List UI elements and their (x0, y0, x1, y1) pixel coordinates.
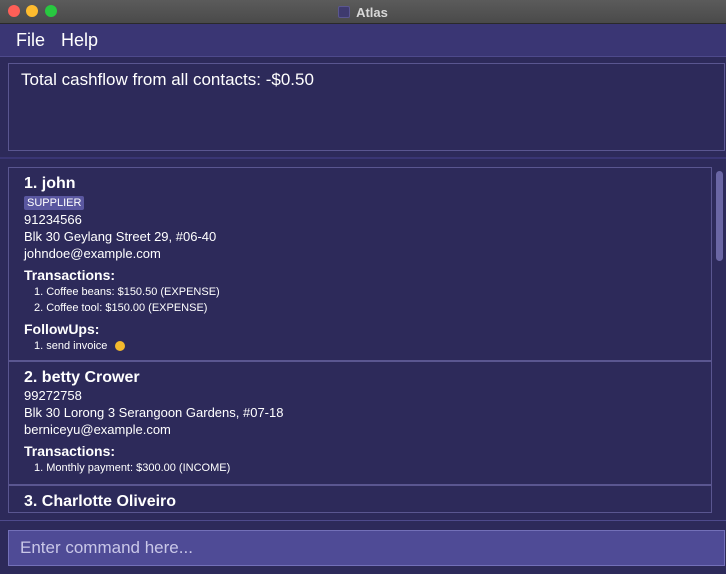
contact-card[interactable]: 2. betty Crower 99272758 Blk 30 Lorong 3… (9, 362, 711, 486)
contact-email: johndoe@example.com (24, 246, 161, 261)
contact-card[interactable]: 3. Charlotte Oliveiro (9, 486, 711, 512)
result-text: Total cashflow from all contacts: -$0.50 (21, 70, 314, 89)
contact-name: 2. betty Crower (24, 369, 140, 386)
transaction-item: 1. Coffee beans: $150.50 (EXPENSE) (34, 286, 220, 298)
contact-tag: SUPPLIER (24, 196, 85, 210)
menu-bar: File Help (0, 24, 726, 57)
contact-address: Blk 30 Geylang Street 29, #06-40 (24, 229, 217, 244)
scrollbar-thumb[interactable] (716, 171, 723, 261)
result-display: Total cashflow from all contacts: -$0.50 (8, 63, 725, 151)
transaction-item: 2. Coffee tool: $150.00 (EXPENSE) (34, 302, 208, 314)
contact-phone: 99272758 (24, 388, 82, 403)
command-input[interactable] (8, 530, 725, 566)
followups-heading: FollowUps: (24, 321, 100, 337)
title-bar: Atlas (0, 0, 726, 24)
menu-file[interactable]: File (8, 30, 53, 51)
contact-card[interactable]: 1. john SUPPLIER 91234566 Blk 30 Geylang… (9, 168, 711, 362)
window-title: Atlas (356, 4, 388, 20)
contact-phone: 91234566 (24, 212, 82, 227)
contact-list[interactable]: 1. john SUPPLIER 91234566 Blk 30 Geylang… (8, 167, 712, 513)
followup-item: 1. send invoice (24, 338, 696, 354)
scrollbar-track[interactable] (713, 167, 726, 513)
transactions-heading: Transactions: (24, 267, 116, 283)
contact-name: 1. john (24, 175, 76, 192)
contact-address: Blk 30 Lorong 3 Serangoon Gardens, #07-1… (24, 405, 284, 420)
contact-name: 3. Charlotte Oliveiro (24, 493, 177, 510)
transactions-heading: Transactions: (24, 443, 116, 459)
followup-text: 1. send invoice (34, 340, 108, 352)
transaction-item: 1. Monthly payment: $300.00 (INCOME) (34, 462, 231, 474)
contact-email: berniceyu@example.com (24, 422, 171, 437)
divider (0, 157, 726, 159)
window-title-wrap: Atlas (0, 0, 726, 24)
app-icon (338, 6, 351, 18)
menu-help[interactable]: Help (53, 30, 106, 51)
followup-status-dot-icon (115, 341, 126, 351)
